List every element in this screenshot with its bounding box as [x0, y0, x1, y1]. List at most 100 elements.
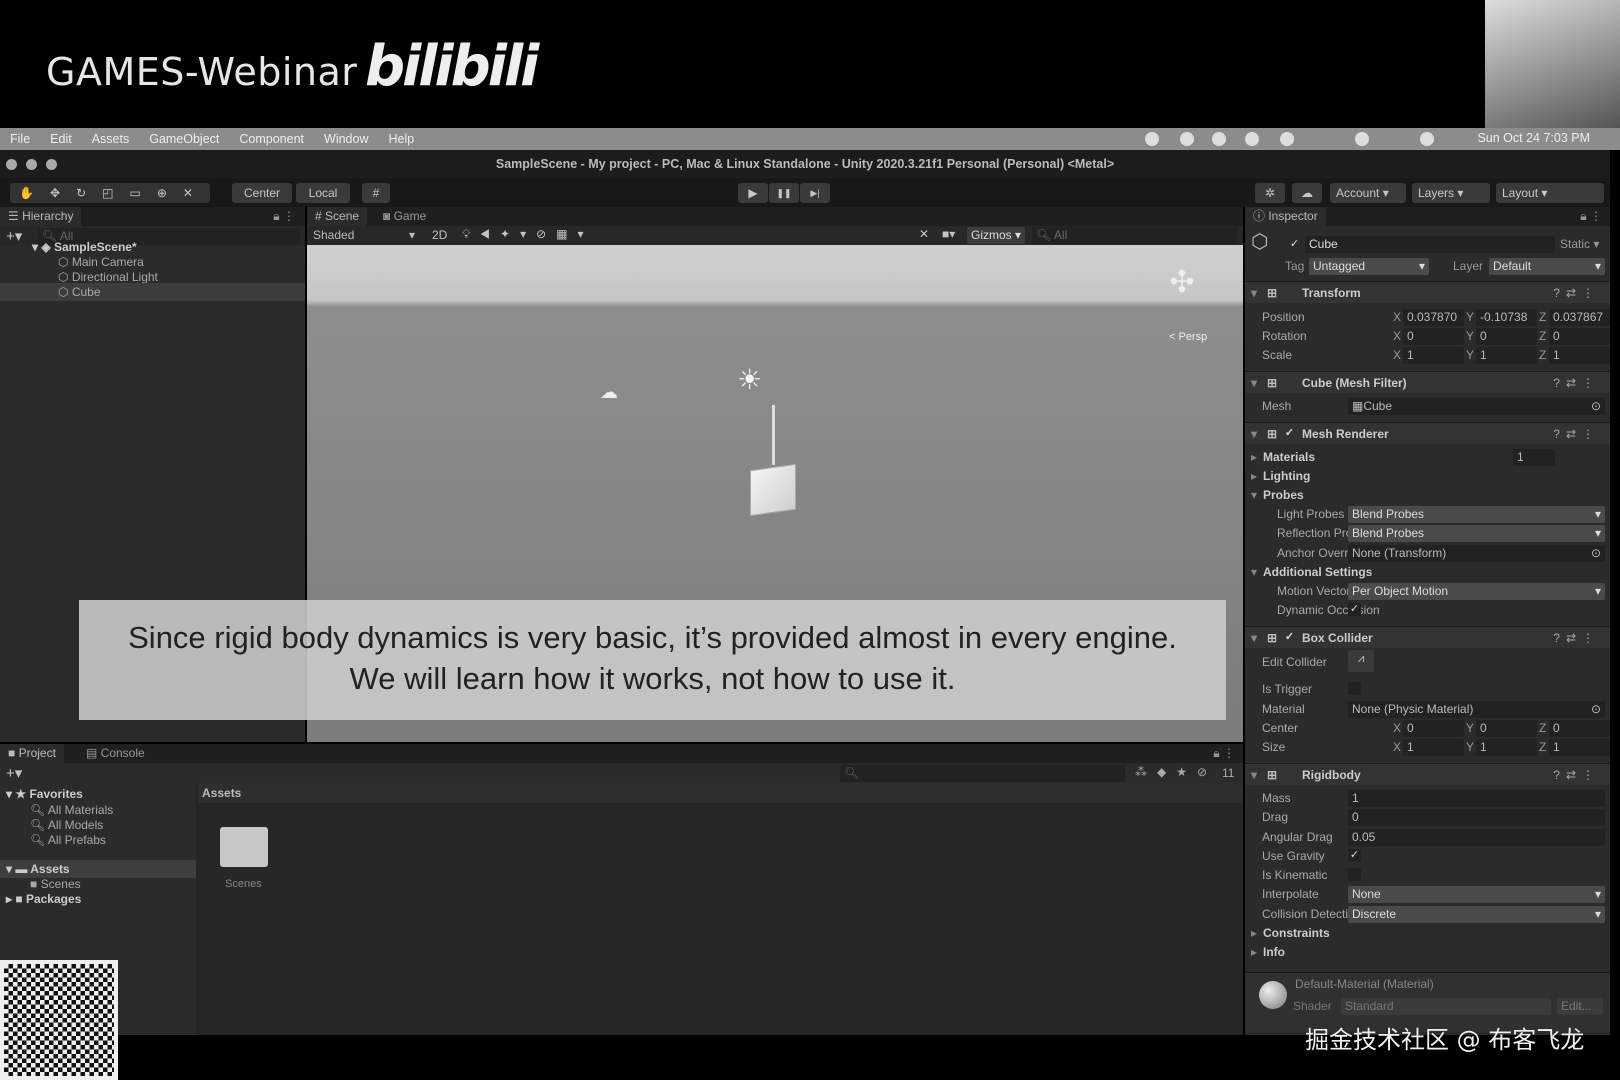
menu-file[interactable]: File — [10, 132, 30, 146]
favorite-filter-icon[interactable]: ★ — [1176, 765, 1197, 779]
tab-game[interactable]: ◙ Game — [375, 207, 434, 226]
tray-icon[interactable] — [1180, 132, 1194, 146]
tree-packages[interactable]: ▸ ■ Packages — [6, 890, 81, 908]
foldout-label[interactable]: Info — [1263, 943, 1285, 961]
static-dropdown[interactable]: Static ▾ — [1560, 237, 1599, 251]
tag-dropdown[interactable]: Untagged ▾ — [1309, 258, 1429, 275]
y-field[interactable]: 0 — [1476, 328, 1537, 345]
foldout-label[interactable]: Lighting — [1263, 467, 1310, 485]
visibility-icon[interactable]: ⊘ — [536, 227, 556, 241]
active-checkbox[interactable]: ✓ — [1288, 238, 1301, 251]
lock-icon[interactable]: 🔒︎ ⋮ — [1213, 746, 1235, 761]
pause-button[interactable]: ❚❚ — [769, 183, 799, 203]
component-header[interactable]: ▾ ⊞ Cube (Mesh Filter) ?⇄⋮ — [1245, 371, 1610, 393]
foldout-arrow-icon[interactable]: ▾ — [1251, 627, 1257, 649]
filter-icons[interactable]: ⁂◆★⊘ — [1135, 765, 1217, 779]
enabled-checkbox[interactable]: ✓ — [1283, 427, 1296, 440]
camera-icon[interactable]: ■▾ — [942, 227, 955, 241]
x-field[interactable]: 0 — [1403, 720, 1464, 737]
foldout-arrow-icon[interactable]: ▸ — [1251, 448, 1257, 466]
z-field[interactable]: 0 — [1549, 720, 1610, 737]
z-field[interactable]: 1 — [1549, 347, 1610, 364]
x-field[interactable]: 0.037870 — [1403, 309, 1464, 326]
scale-tool-icon[interactable]: ◰ — [102, 186, 129, 200]
light-gizmo-icon[interactable]: ☀ — [737, 363, 762, 396]
menu-component[interactable]: Component — [239, 132, 304, 146]
tray-icon[interactable] — [1245, 132, 1259, 146]
tree-all-prefabs[interactable]: 🔍︎ All Prefabs — [30, 831, 106, 849]
property-field[interactable]: 0 — [1348, 809, 1605, 826]
rotate-tool-icon[interactable]: ↻ — [76, 186, 102, 200]
y-field[interactable]: 1 — [1476, 739, 1537, 756]
tab-console[interactable]: ▤ Console — [78, 744, 153, 763]
property-checkbox[interactable]: ✓ — [1348, 849, 1361, 862]
gizmos-dropdown[interactable]: Gizmos ▾ — [967, 227, 1025, 244]
object-picker-icon[interactable]: ⊙ — [1591, 701, 1601, 718]
tab-inspector[interactable]: ⓘ Inspector — [1245, 207, 1326, 226]
z-field[interactable]: 0.037867 — [1549, 309, 1610, 326]
custom-tool-icon[interactable]: ✕ — [183, 186, 209, 200]
grid-icon[interactable]: ▦ — [556, 227, 577, 241]
object-picker-icon[interactable]: ⊙ — [1591, 398, 1601, 415]
scene-search-input[interactable]: 🔍︎ All — [1032, 227, 1237, 244]
object-name-input[interactable]: Cube — [1305, 236, 1555, 253]
foldout-arrow-icon[interactable]: ▾ — [1251, 563, 1257, 581]
foldout-arrow-icon[interactable]: ▸ — [1251, 943, 1257, 961]
transform-tools[interactable]: ✋✥↻◰▭⊕✕ — [10, 183, 210, 203]
z-field[interactable]: 1 — [1549, 739, 1610, 756]
folder-icon[interactable] — [220, 827, 268, 867]
component-menu-icons[interactable]: ?⇄⋮ — [1553, 764, 1600, 786]
property-checkbox[interactable] — [1348, 682, 1361, 695]
component-header[interactable]: ▾ ⊞ ✓ Mesh Renderer ?⇄⋮ — [1245, 422, 1610, 444]
account-dropdown[interactable]: Account ▾ — [1330, 183, 1406, 203]
menu-gameobject[interactable]: GameObject — [149, 132, 219, 146]
toggle-2d-button[interactable]: 2D — [432, 228, 447, 242]
property-field[interactable]: 0.05 — [1348, 829, 1605, 846]
cloud-icon[interactable]: ☁ — [1292, 183, 1322, 203]
y-field[interactable]: 0 — [1476, 720, 1537, 737]
hierarchy-item[interactable]: ⬡ Cube — [0, 283, 305, 301]
layout-dropdown[interactable]: Layout ▾ — [1496, 183, 1604, 203]
property-dropdown[interactable]: Per Object Motion ▾ — [1348, 583, 1605, 600]
tray-icon[interactable] — [1420, 132, 1434, 146]
y-axis-handle[interactable] — [772, 405, 775, 465]
close-window-button[interactable] — [6, 159, 17, 170]
pivot-center-button[interactable]: Center — [232, 183, 292, 203]
foldout-arrow-icon[interactable]: ▾ — [1251, 486, 1257, 504]
edit-collider-button[interactable]: ⩘ — [1348, 650, 1374, 672]
shader-dropdown[interactable]: Standard — [1341, 998, 1551, 1015]
project-search-input[interactable]: 🔍︎ — [840, 765, 1125, 782]
type-filter-icon[interactable]: ⁂ — [1135, 765, 1157, 779]
folder-label[interactable]: Scenes — [225, 878, 262, 890]
menu-assets[interactable]: Assets — [92, 132, 130, 146]
search-icon[interactable] — [1355, 132, 1369, 146]
pivot-local-button[interactable]: Local — [296, 183, 350, 203]
transform-tool-icon[interactable]: ⊕ — [157, 186, 183, 200]
hand-tool-icon[interactable]: ✋ — [19, 186, 50, 200]
layers-dropdown[interactable]: Layers ▾ — [1412, 183, 1490, 203]
rect-tool-icon[interactable]: ▭ — [129, 186, 156, 200]
component-menu-icons[interactable]: ?⇄⋮ — [1553, 282, 1600, 304]
foldout-arrow-icon[interactable]: ▾ — [1251, 282, 1257, 304]
foldout-arrow-icon[interactable]: ▾ — [1251, 372, 1257, 394]
z-field[interactable]: 0 — [1549, 328, 1610, 345]
x-field[interactable]: 1 — [1403, 739, 1464, 756]
component-menu-icons[interactable]: ?⇄⋮ — [1553, 627, 1600, 649]
effects-icon[interactable]: ✦ — [500, 227, 520, 241]
tray-icon[interactable] — [1280, 132, 1294, 146]
object-field[interactable]: None (Physic Material) ⊙ — [1348, 701, 1605, 718]
property-dropdown[interactable]: Blend Probes ▾ — [1348, 525, 1605, 542]
label-filter-icon[interactable]: ◆ — [1157, 765, 1176, 779]
persp-label[interactable]: < Persp — [1169, 331, 1207, 343]
foldout-label[interactable]: Materials — [1263, 448, 1315, 466]
grid-snap-button[interactable]: # — [362, 183, 390, 203]
x-field[interactable]: 1 — [1403, 347, 1464, 364]
foldout-label[interactable]: Probes — [1263, 486, 1304, 504]
camera-gizmo-icon[interactable]: ☁ — [600, 382, 618, 403]
shading-mode-dropdown[interactable]: Shaded ▾ — [309, 227, 419, 244]
orientation-gizmo[interactable]: ✣ — [1162, 265, 1202, 305]
lock-icon[interactable]: 🔒︎ ⋮ — [1580, 209, 1602, 224]
object-field[interactable]: ▦Cube ⊙ — [1348, 398, 1605, 415]
minimize-window-button[interactable] — [26, 159, 37, 170]
layer-dropdown[interactable]: Default ▾ — [1489, 258, 1605, 275]
